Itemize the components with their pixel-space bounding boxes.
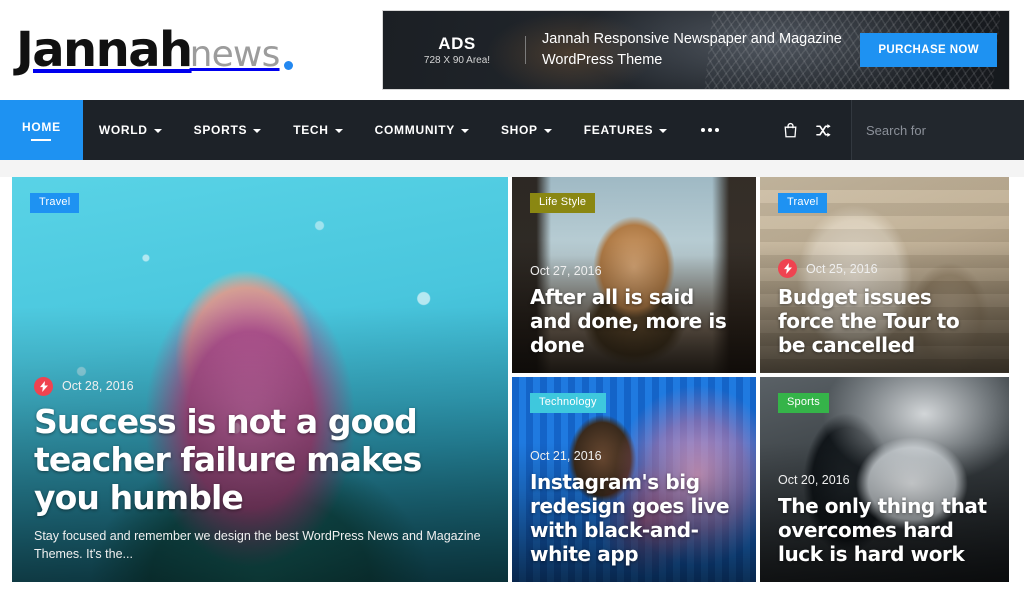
nav-item-features-label: FEATURES bbox=[583, 123, 654, 137]
nav-items: HOME WORLD SPORTS TECH COMMUNITY SHOP FE… bbox=[0, 100, 737, 160]
shopping-bag-icon bbox=[784, 122, 796, 138]
article-title[interactable]: Budget issues force the Tour to be cance… bbox=[778, 285, 991, 357]
chevron-down-icon bbox=[253, 128, 262, 133]
featured-article-main[interactable]: Travel Oct 28, 2016 Success is not a goo… bbox=[12, 177, 508, 582]
chevron-down-icon bbox=[659, 128, 668, 133]
featured-article-3[interactable]: Travel Oct 25, 2016 Budget issues force … bbox=[760, 177, 1009, 373]
article-date: Oct 28, 2016 bbox=[62, 379, 134, 394]
nav-more-button[interactable] bbox=[683, 100, 737, 160]
category-badge[interactable]: Technology bbox=[530, 393, 606, 413]
shuffle-icon bbox=[815, 123, 831, 137]
category-badge[interactable]: Life Style bbox=[530, 193, 596, 213]
chevron-down-icon bbox=[334, 128, 343, 133]
nav-item-community-label: COMMUNITY bbox=[374, 123, 455, 137]
ad-headline: Jannah Responsive Newspaper and Magazine… bbox=[542, 30, 842, 68]
article-title[interactable]: Instagram's big redesign goes live with … bbox=[530, 470, 738, 566]
site-logo[interactable]: Jannah news bbox=[16, 26, 382, 74]
nav-item-community[interactable]: COMMUNITY bbox=[359, 100, 485, 160]
site-header: Jannah news ADS 728 X 90 Area! Jannah Re… bbox=[0, 0, 1024, 100]
ellipsis-icon-dot bbox=[715, 128, 720, 132]
nav-item-home[interactable]: HOME bbox=[0, 100, 83, 160]
ad-left-block: ADS 728 X 90 Area! bbox=[405, 34, 509, 66]
lightning-bolt-icon bbox=[783, 263, 792, 274]
trending-icon bbox=[778, 259, 797, 278]
article-meta: Oct 27, 2016 bbox=[530, 264, 738, 278]
nav-item-sports-label: SPORTS bbox=[193, 123, 248, 137]
article-date: Oct 27, 2016 bbox=[530, 264, 602, 278]
featured-article-2[interactable]: Life Style Oct 27, 2016 After all is sai… bbox=[512, 177, 756, 373]
logo-main-text: Jannah bbox=[16, 22, 193, 78]
ad-banner[interactable]: ADS 728 X 90 Area! Jannah Responsive New… bbox=[382, 10, 1010, 90]
article-title[interactable]: After all is said and done, more is done bbox=[530, 285, 738, 357]
chevron-down-icon bbox=[543, 128, 552, 133]
nav-item-features[interactable]: FEATURES bbox=[568, 100, 683, 160]
article-meta: Oct 25, 2016 bbox=[778, 259, 991, 278]
featured-article-4[interactable]: Technology Oct 21, 2016 Instagram's big … bbox=[512, 377, 756, 582]
article-content: Oct 27, 2016 After all is said and done,… bbox=[512, 264, 756, 373]
article-content: Oct 20, 2016 The only thing that overcom… bbox=[760, 473, 1009, 582]
nav-item-tech[interactable]: TECH bbox=[277, 100, 358, 160]
article-date: Oct 25, 2016 bbox=[806, 261, 878, 276]
featured-article-5[interactable]: Sports Oct 20, 2016 The only thing that … bbox=[760, 377, 1009, 582]
article-meta: Oct 21, 2016 bbox=[530, 449, 738, 463]
search-input[interactable] bbox=[866, 122, 1024, 138]
trending-icon bbox=[34, 376, 53, 396]
ad-size-text: 728 X 90 Area! bbox=[423, 54, 491, 66]
search-container[interactable] bbox=[851, 100, 1024, 160]
article-title[interactable]: Success is not a good teacher failure ma… bbox=[34, 402, 486, 518]
ellipsis-icon-dot bbox=[701, 128, 706, 132]
nav-item-world[interactable]: WORLD bbox=[83, 100, 178, 160]
nav-item-world-label: WORLD bbox=[98, 123, 148, 137]
article-meta: Oct 28, 2016 bbox=[34, 376, 486, 396]
article-excerpt: Stay focused and remember we design the … bbox=[34, 528, 481, 562]
ad-divider bbox=[525, 36, 526, 64]
nav-item-shop[interactable]: SHOP bbox=[485, 100, 568, 160]
article-content: Oct 25, 2016 Budget issues force the Tou… bbox=[760, 259, 1009, 373]
article-meta: Oct 20, 2016 bbox=[778, 473, 991, 487]
category-badge[interactable]: Sports bbox=[778, 393, 829, 413]
nav-item-sports[interactable]: SPORTS bbox=[178, 100, 278, 160]
main-navigation: HOME WORLD SPORTS TECH COMMUNITY SHOP FE… bbox=[0, 100, 1024, 160]
cart-button[interactable] bbox=[773, 100, 807, 160]
header-content-separator bbox=[0, 160, 1024, 177]
featured-posts-grid: Travel Oct 28, 2016 Success is not a goo… bbox=[0, 177, 1024, 582]
purchase-now-button[interactable]: PURCHASE NOW bbox=[860, 33, 997, 67]
article-date: Oct 21, 2016 bbox=[530, 449, 602, 463]
category-badge[interactable]: Travel bbox=[30, 193, 80, 213]
chevron-down-icon bbox=[153, 128, 162, 133]
random-article-button[interactable] bbox=[807, 100, 841, 160]
article-date: Oct 20, 2016 bbox=[778, 473, 850, 487]
article-content: Oct 28, 2016 Success is not a good teach… bbox=[12, 376, 508, 582]
article-content: Oct 21, 2016 Instagram's big redesign go… bbox=[512, 449, 756, 582]
nav-utilities bbox=[773, 100, 1024, 160]
nav-item-home-label: HOME bbox=[22, 119, 61, 134]
lightning-bolt-icon bbox=[39, 380, 48, 392]
chevron-down-icon bbox=[460, 128, 469, 133]
category-badge[interactable]: Travel bbox=[778, 193, 828, 213]
nav-item-tech-label: TECH bbox=[293, 123, 329, 137]
article-title[interactable]: The only thing that overcomes hard luck … bbox=[778, 494, 991, 566]
logo-dot-icon bbox=[283, 61, 293, 70]
ad-label: ADS bbox=[438, 34, 476, 54]
nav-item-shop-label: SHOP bbox=[500, 123, 538, 137]
ellipsis-icon-dot bbox=[708, 128, 713, 132]
nav-active-underline bbox=[31, 138, 52, 141]
logo-sub-text: news bbox=[189, 34, 281, 75]
